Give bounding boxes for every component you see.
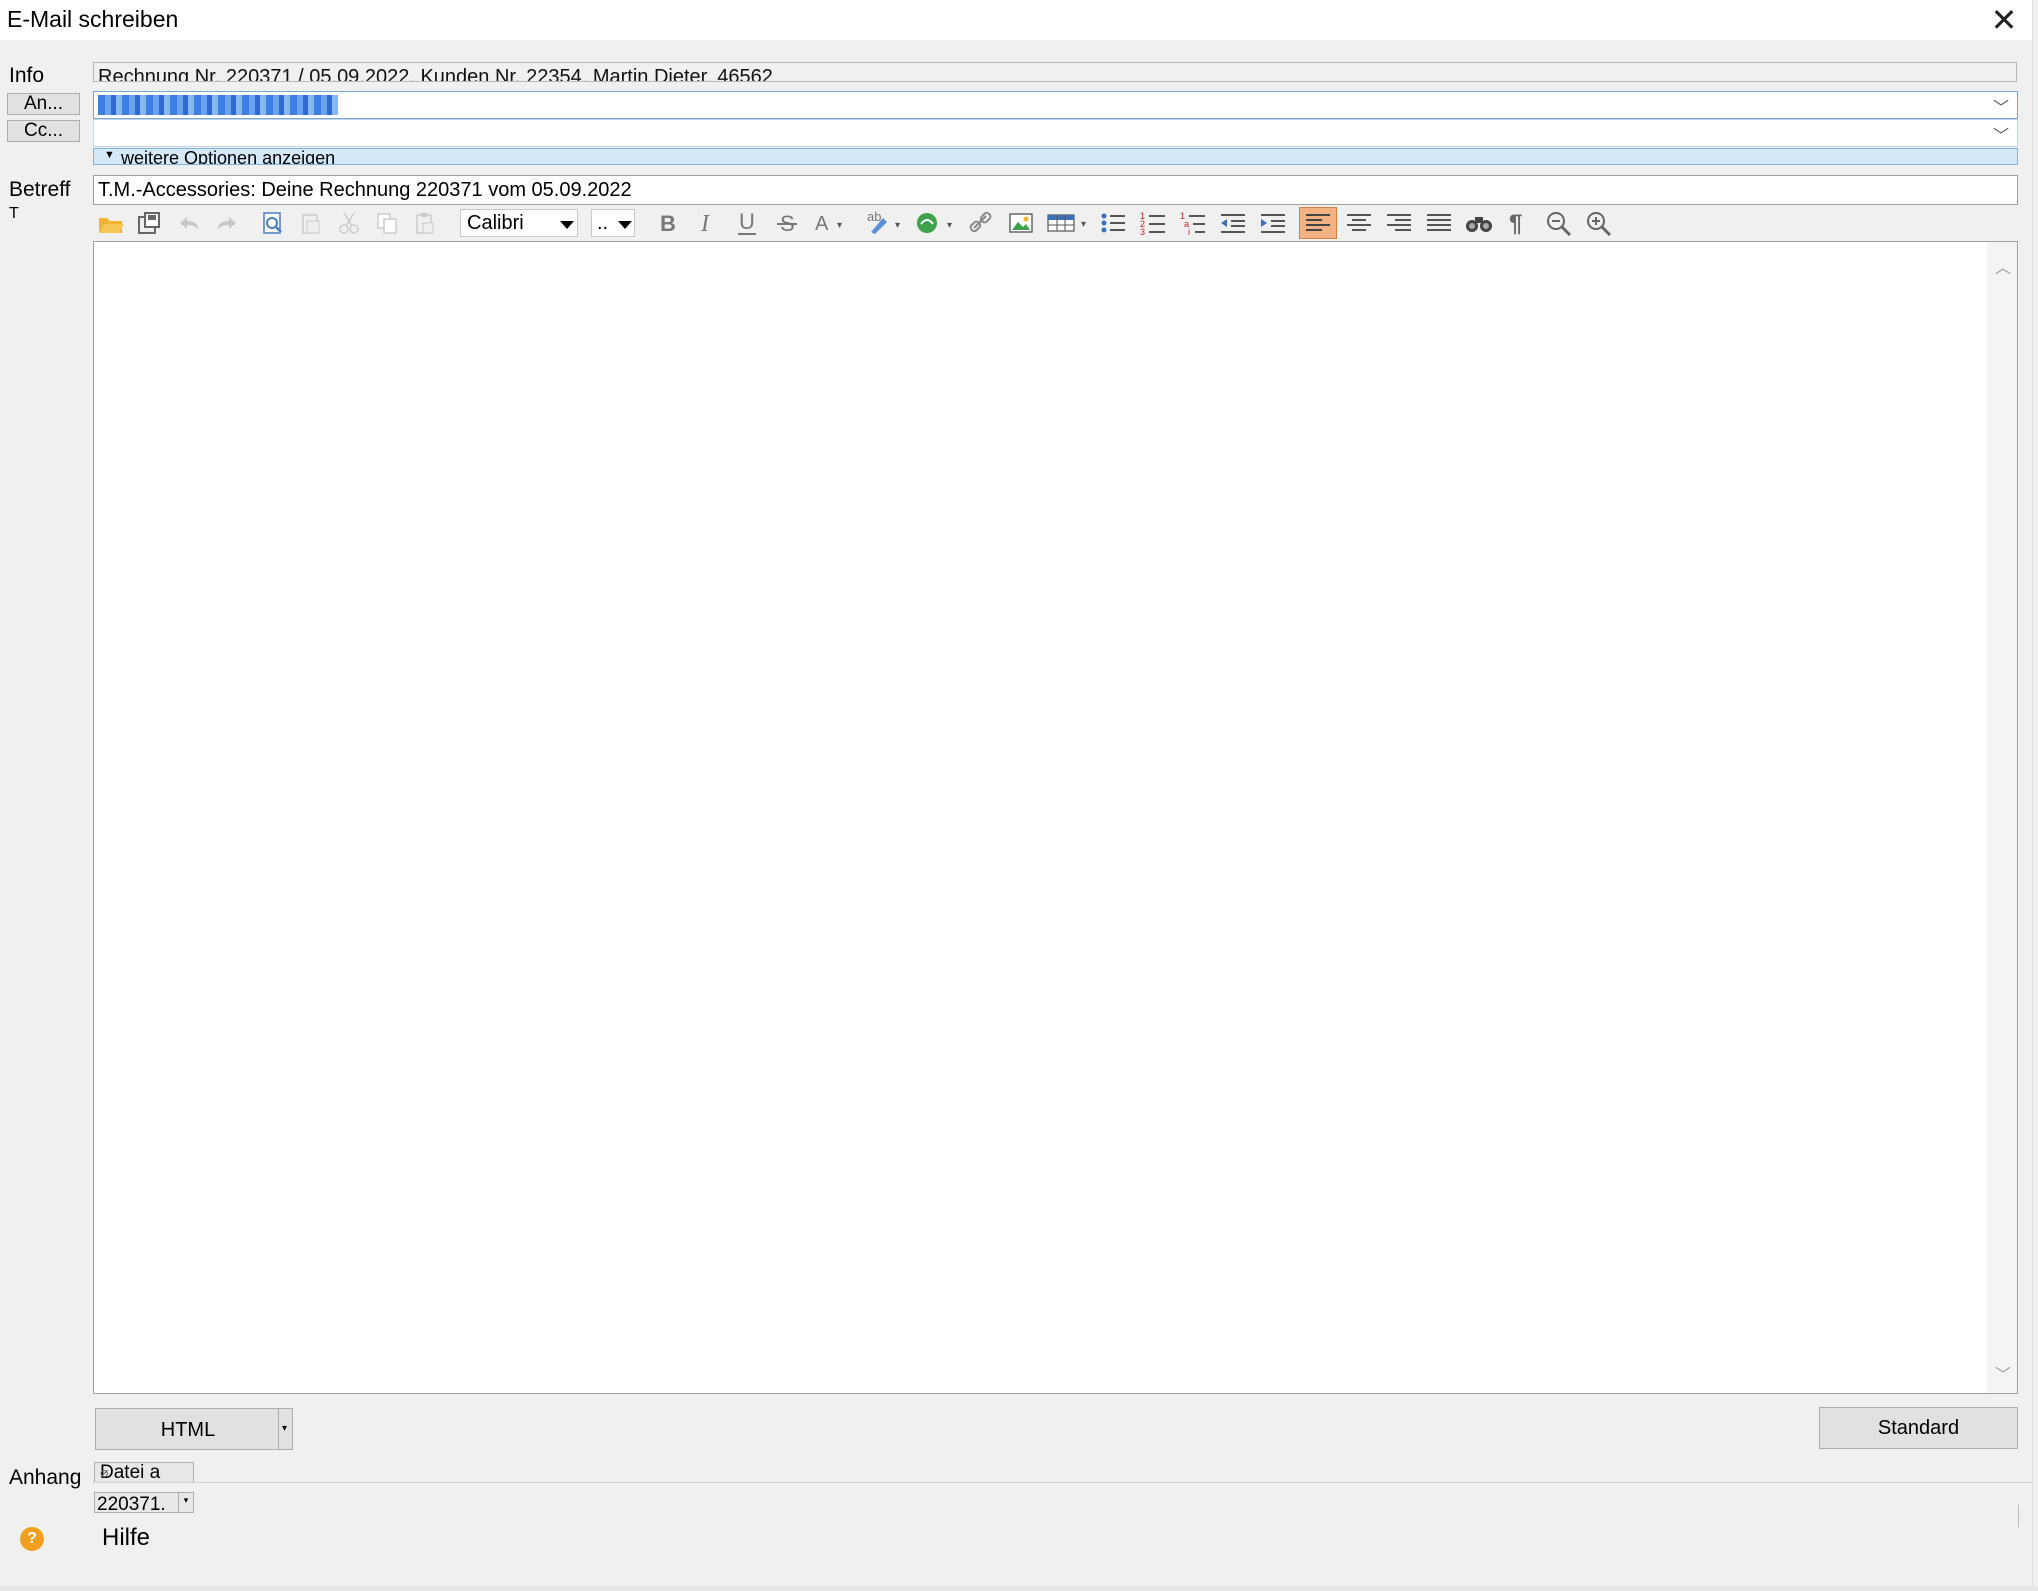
scroll-up-icon[interactable]: ︿ bbox=[1995, 254, 2011, 278]
to-field[interactable]: ﹀ bbox=[93, 91, 2018, 119]
cc-button[interactable]: Cc... bbox=[7, 120, 80, 142]
italic-icon[interactable]: I bbox=[691, 209, 723, 237]
chevron-down-icon: ▾ bbox=[282, 1423, 288, 1434]
pilcrow-icon[interactable]: ¶ bbox=[1503, 209, 1535, 237]
print-preview-icon[interactable] bbox=[257, 209, 289, 237]
subject-value: T.M.-Accessories: Deine Rechnung 220371 … bbox=[98, 179, 632, 201]
help-link[interactable]: Hilfe bbox=[102, 1524, 150, 1552]
multilevel-list-icon[interactable]: 1ai bbox=[1177, 209, 1209, 237]
open-folder-icon[interactable] bbox=[95, 209, 127, 237]
bold-icon[interactable]: B bbox=[651, 209, 683, 237]
font-family-select[interactable]: Calibri bbox=[460, 209, 578, 237]
hyperlink-icon[interactable] bbox=[965, 209, 997, 237]
paste-special-icon[interactable] bbox=[295, 209, 327, 237]
expand-triangle-icon: ▼ bbox=[104, 149, 115, 161]
resize-grip[interactable] bbox=[2018, 1505, 2021, 1527]
to-address-redacted bbox=[98, 95, 338, 115]
spellcheck-icon[interactable]: ab ▾ bbox=[861, 209, 905, 237]
align-right-icon[interactable] bbox=[1383, 209, 1415, 237]
svg-text:A: A bbox=[815, 213, 829, 235]
add-file-button[interactable]: Datei a ⌀ bbox=[94, 1462, 194, 1483]
save-icon[interactable] bbox=[133, 209, 165, 237]
font-size-select[interactable]: .. bbox=[591, 209, 635, 237]
cc-field[interactable]: ﹀ bbox=[93, 119, 2018, 147]
web-link-icon[interactable]: ▾ bbox=[913, 209, 957, 237]
help-icon[interactable]: ? bbox=[20, 1527, 44, 1551]
attachment-label: Anhang bbox=[9, 1466, 82, 1489]
chevron-down-icon[interactable]: ﹀ bbox=[1993, 94, 2009, 118]
svg-text:¶: ¶ bbox=[1509, 210, 1522, 236]
underline-icon[interactable]: U bbox=[731, 209, 763, 237]
close-icon[interactable]: ✕ bbox=[1984, 2, 2024, 38]
subject-label: Betreff bbox=[9, 178, 71, 201]
svg-text:▾: ▾ bbox=[1081, 219, 1086, 230]
subject-field[interactable]: T.M.-Accessories: Deine Rechnung 220371 … bbox=[93, 175, 2018, 205]
chevron-down-icon[interactable]: ﹀ bbox=[1993, 122, 2009, 146]
format-label: HTML bbox=[160, 1419, 216, 1441]
font-color-icon[interactable]: A ▾ bbox=[811, 209, 843, 237]
more-options-toggle[interactable]: ▼ weitere Optionen anzeigen bbox=[93, 148, 2018, 165]
info-value: Rechnung Nr. 220371 / 05.09.2022, Kunden… bbox=[98, 66, 773, 82]
chevron-down-icon[interactable] bbox=[618, 221, 632, 229]
window-title: E-Mail schreiben bbox=[7, 6, 179, 32]
stray-text-label: T bbox=[9, 205, 19, 222]
cut-icon[interactable] bbox=[333, 209, 365, 237]
outdent-icon[interactable] bbox=[1217, 209, 1249, 237]
to-button[interactable]: An... bbox=[7, 93, 80, 115]
title-bar: E-Mail schreiben ✕ bbox=[0, 0, 2038, 40]
indent-icon[interactable] bbox=[1257, 209, 1289, 237]
svg-text:▾: ▾ bbox=[895, 220, 900, 231]
svg-text:ab: ab bbox=[867, 210, 881, 224]
info-label: Info bbox=[9, 64, 45, 87]
vertical-scrollbar[interactable]: ︿ ﹀ bbox=[1987, 242, 2017, 1393]
editor-toolbar: Calibri .. B I U S A▾ ab▾ ▾ ▾ 123 1ai bbox=[93, 205, 2018, 241]
message-body-editor[interactable]: ︿ ﹀ bbox=[93, 241, 2018, 1394]
paperclip-icon: ⌀ bbox=[100, 1464, 109, 1480]
info-field: Rechnung Nr. 220371 / 05.09.2022, Kunden… bbox=[93, 62, 2017, 82]
attachment-divider bbox=[93, 1482, 2038, 1483]
format-split-arrow[interactable]: ▾ bbox=[278, 1409, 292, 1449]
insert-image-icon[interactable] bbox=[1005, 209, 1037, 237]
svg-text:U: U bbox=[739, 210, 755, 234]
more-options-label: weitere Optionen anzeigen bbox=[121, 148, 336, 165]
chevron-down-icon[interactable] bbox=[560, 221, 574, 229]
format-dropdown-button[interactable]: HTML ▾ bbox=[95, 1408, 293, 1450]
bullet-list-icon[interactable] bbox=[1097, 209, 1129, 237]
svg-text:i: i bbox=[1188, 227, 1190, 236]
justify-icon[interactable] bbox=[1423, 209, 1455, 237]
scroll-down-icon[interactable]: ﹀ bbox=[1995, 1361, 2011, 1385]
strikethrough-icon[interactable]: S bbox=[771, 209, 803, 237]
font-family-value: Calibri bbox=[467, 212, 524, 234]
svg-text:I: I bbox=[700, 211, 710, 235]
numbered-list-icon[interactable]: 123 bbox=[1137, 209, 1169, 237]
zoom-in-icon[interactable] bbox=[1583, 209, 1615, 237]
window-right-edge bbox=[2032, 0, 2038, 1591]
find-icon[interactable] bbox=[1463, 209, 1495, 237]
zoom-out-icon[interactable] bbox=[1543, 209, 1575, 237]
chevron-down-icon[interactable]: ▾ bbox=[178, 1493, 193, 1512]
attachment-file-name: 220371. bbox=[97, 1494, 166, 1513]
font-size-value: .. bbox=[597, 212, 609, 234]
copy-icon[interactable] bbox=[371, 209, 403, 237]
svg-text:3: 3 bbox=[1140, 227, 1145, 236]
attachment-item[interactable]: 220371. ▾ bbox=[94, 1492, 194, 1513]
align-center-icon[interactable] bbox=[1343, 209, 1375, 237]
window-bottom-edge bbox=[0, 1586, 2038, 1591]
align-left-icon[interactable] bbox=[1299, 207, 1337, 239]
svg-text:▾: ▾ bbox=[947, 220, 952, 231]
paste-icon[interactable] bbox=[409, 209, 441, 237]
redo-icon[interactable] bbox=[211, 209, 243, 237]
undo-icon[interactable] bbox=[173, 209, 205, 237]
table-icon[interactable]: ▾ bbox=[1045, 209, 1091, 237]
standard-button[interactable]: Standard bbox=[1819, 1407, 2018, 1449]
svg-text:B: B bbox=[660, 211, 676, 235]
svg-text:▾: ▾ bbox=[837, 220, 842, 231]
